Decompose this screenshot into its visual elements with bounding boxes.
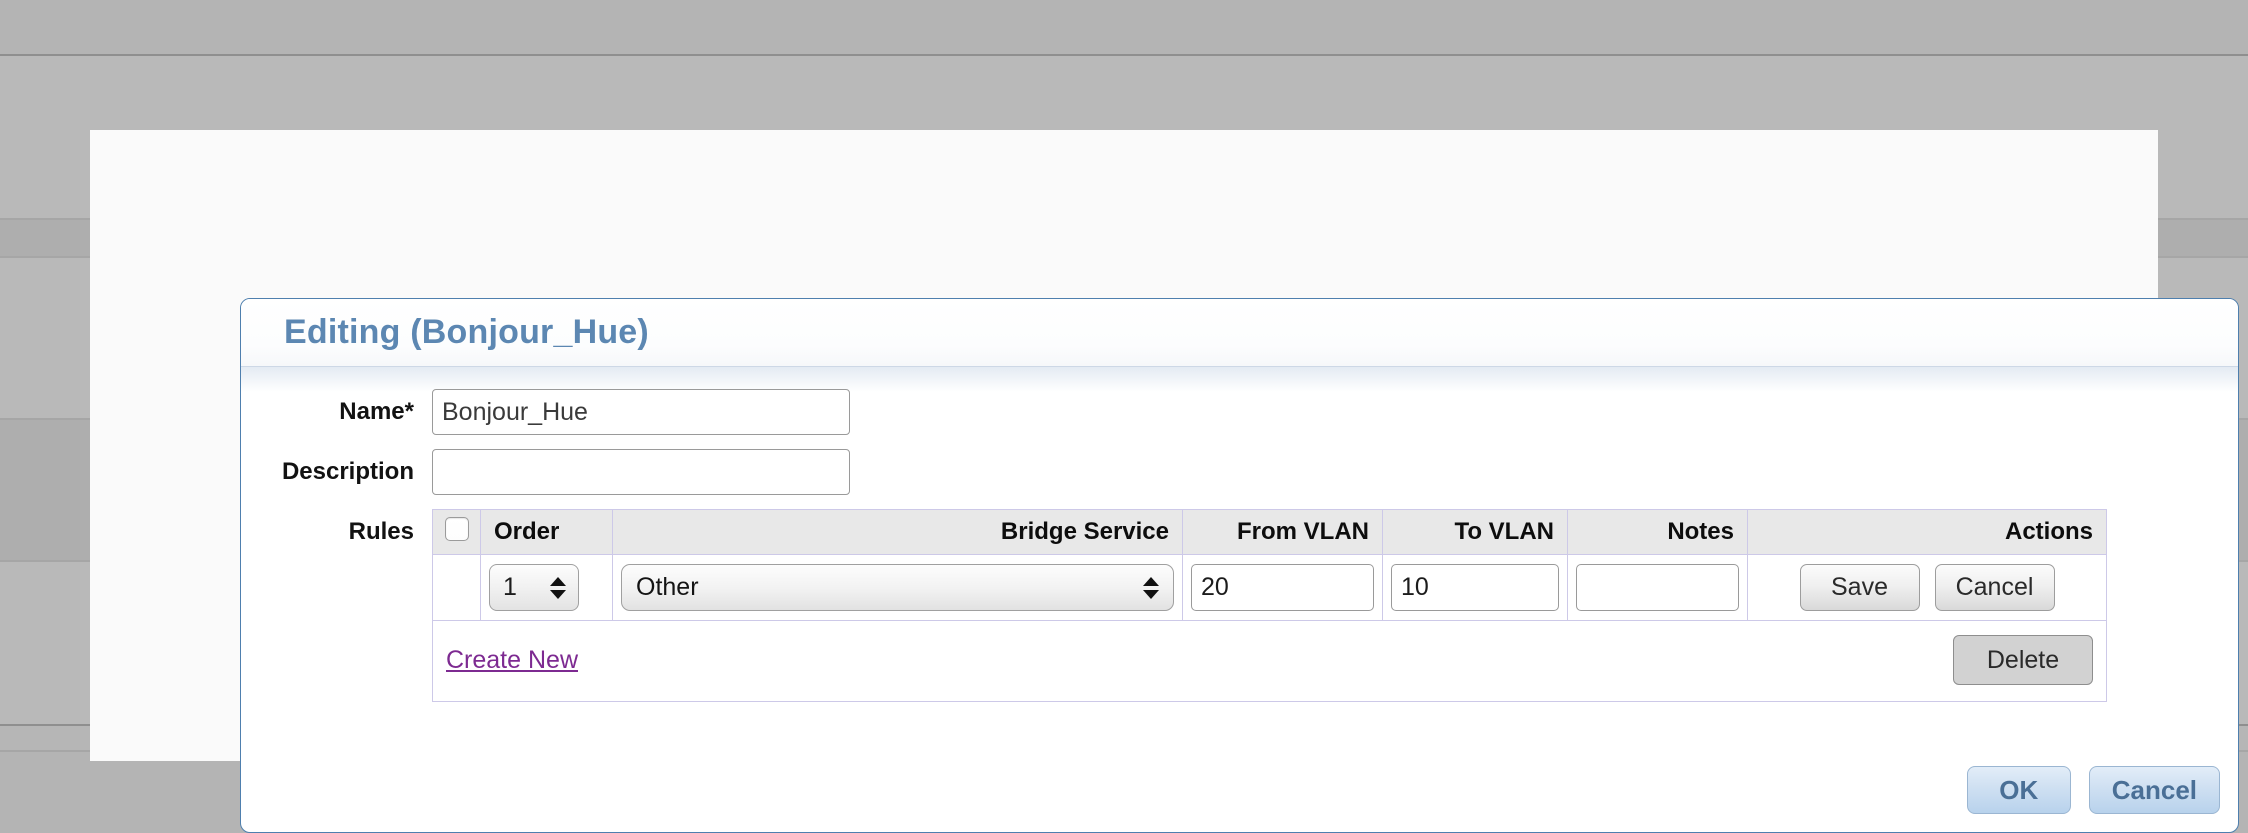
caret-down-icon[interactable] <box>550 589 566 599</box>
row-actions-cell: Save Cancel <box>1747 554 2107 621</box>
row-cancel-button[interactable]: Cancel <box>1934 564 2055 611</box>
delete-button[interactable]: Delete <box>1953 635 2093 685</box>
bridge-service-select[interactable]: Other <box>621 564 1174 611</box>
header-to-vlan: To VLAN <box>1382 509 1568 555</box>
form-row-description: Description <box>241 449 2238 495</box>
header-bridge-service: Bridge Service <box>612 509 1183 555</box>
rules-table: Order Bridge Service From VLAN To VLAN N… <box>432 509 2107 702</box>
table-row: 1 Other 20 10 Save Cancel <box>432 554 2107 621</box>
order-value: 1 <box>503 573 517 601</box>
table-footer-cell: Create New Delete <box>432 620 2107 702</box>
form-row-name: Name* <box>241 389 2238 435</box>
header-from-vlan: From VLAN <box>1182 509 1383 555</box>
edit-panel: Editing (Bonjour_Hue) Name* Description … <box>240 298 2239 833</box>
select-all-checkbox[interactable] <box>444 516 469 541</box>
select-arrows-icon[interactable] <box>1143 576 1159 599</box>
table-footer-row: Create New Delete <box>432 620 2107 702</box>
caret-up-icon[interactable] <box>1143 576 1159 586</box>
row-actions-group: Save Cancel <box>1756 564 2098 611</box>
header-select-all <box>432 509 481 555</box>
stepper-arrows-icon[interactable] <box>550 576 566 599</box>
caret-down-icon[interactable] <box>1143 589 1159 599</box>
to-vlan-input[interactable] <box>1391 564 1559 611</box>
header-order: Order <box>480 509 613 555</box>
dialog-footer-buttons: OK Cancel <box>1966 766 2220 814</box>
row-notes-cell <box>1567 554 1748 621</box>
description-label: Description <box>281 458 414 485</box>
description-input[interactable] <box>432 449 850 495</box>
create-new-link[interactable]: Create New <box>446 646 578 675</box>
row-from-vlan-cell <box>1182 554 1383 621</box>
rules-table-body: 1 Other 20 10 Save Cancel Create New Del… <box>432 554 2107 702</box>
form-row-rules: Rules Order Bridge Service From VLAN To … <box>241 509 2238 702</box>
cancel-button[interactable]: Cancel <box>2088 766 2220 814</box>
header-notes: Notes <box>1567 509 1748 555</box>
name-input[interactable] <box>432 389 850 435</box>
rules-label: Rules <box>348 518 414 545</box>
row-select-cell <box>432 554 481 621</box>
rules-table-wrapper: Order Bridge Service From VLAN To VLAN N… <box>432 509 2107 702</box>
row-to-vlan-cell <box>1382 554 1568 621</box>
panel-header: Editing (Bonjour_Hue) <box>241 299 2238 392</box>
save-button[interactable]: Save <box>1799 564 1920 611</box>
row-order-cell: 1 <box>480 554 613 621</box>
name-label: Name* <box>339 398 414 425</box>
from-vlan-input[interactable] <box>1191 564 1374 611</box>
panel-body: Name* Description Rules <box>241 367 2238 702</box>
caret-up-icon[interactable] <box>550 576 566 586</box>
table-header-row: Order Bridge Service From VLAN To VLAN N… <box>432 509 2107 555</box>
notes-input[interactable] <box>1576 564 1739 611</box>
page-title: Editing (Bonjour_Hue) <box>284 313 649 351</box>
bridge-service-value: Other <box>636 573 699 601</box>
header-actions: Actions <box>1747 509 2107 555</box>
ok-button[interactable]: OK <box>1966 766 2071 814</box>
modal-dialog: Editing (Bonjour_Hue) Name* Description … <box>90 130 2239 833</box>
order-stepper[interactable]: 1 <box>489 564 579 611</box>
rules-table-head: Order Bridge Service From VLAN To VLAN N… <box>432 509 2107 555</box>
table-footer-inner: Create New Delete <box>446 635 2093 685</box>
row-bridge-service-cell: Other <box>612 554 1183 621</box>
